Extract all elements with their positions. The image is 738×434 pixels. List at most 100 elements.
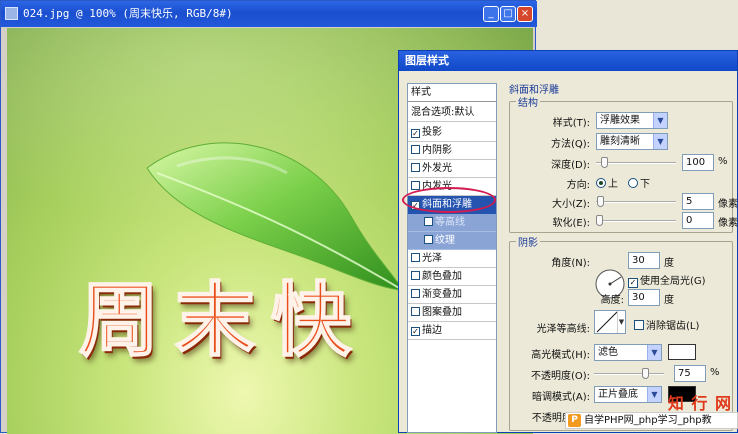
style-item-satin[interactable]: 光泽 [408,250,496,268]
size-label: 大小(Z): [551,199,590,210]
watermark: 知 行 网 P 自学PHP网_php学习_php教 [565,390,738,433]
highlight-opacity-unit: % [710,367,720,378]
dialog-title[interactable]: 图层样式 [399,51,737,71]
contour-curve-icon [596,311,618,333]
watermark-bar[interactable]: P 自学PHP网_php学习_php教 [565,412,738,429]
style-item-label: 等高线 [435,217,465,228]
depth-slider[interactable] [596,157,676,168]
style-item-label: 颜色叠加 [422,271,462,282]
bevel-style-select[interactable]: 浮雕效果 ▼ [596,112,668,129]
style-item-inner-shadow[interactable]: 内阴影 [408,142,496,160]
bevel-style-value: 浮雕效果 [600,115,640,126]
depth-label: 深度(D): [551,160,590,171]
style-list: 样式 混合选项:默认 ✓ 投影 内阴影 外发光 内发光 ✓ 斜面和浮雕 等高线 纹理… [407,83,497,433]
style-item-color-overlay[interactable]: 颜色叠加 [408,268,496,286]
direction-up-radio[interactable]: 上 [596,175,618,190]
size-slider[interactable] [596,196,676,207]
chevron-down-icon[interactable]: ▼ [653,113,667,128]
gloss-contour-picker[interactable]: ▼ [594,310,626,334]
soften-input[interactable]: 0 [682,212,714,229]
highlight-mode-select[interactable]: 滤色 ▼ [594,344,662,361]
style-item-texture[interactable]: 纹理 [408,232,496,250]
image-window-titlebar[interactable]: 024.jpg @ 100% (周末快乐, RGB/8#) [1,1,537,27]
style-item-label: 纹理 [435,235,455,246]
highlight-opacity-input[interactable]: 75 [674,365,706,382]
style-item-label: 描边 [422,325,442,336]
checkbox-icon[interactable] [411,181,420,190]
soften-label: 软化(E): [552,218,591,229]
style-item-gradient-overlay[interactable]: 渐变叠加 [408,286,496,304]
soften-unit: 像素 [718,218,738,229]
highlight-mode-label: 高光模式(H): [531,350,590,361]
checkbox-icon[interactable] [411,271,420,280]
checkbox-icon[interactable] [411,307,420,316]
chevron-down-icon[interactable]: ▼ [653,134,667,149]
altitude-label: 高度: [600,295,624,306]
maximize-button[interactable]: □ [500,6,516,22]
canvas-title-text: 周末快 [78,272,367,368]
checkbox-icon[interactable] [411,253,420,262]
minimize-button[interactable]: _ [483,6,499,22]
photoshop-doc-icon [5,7,18,20]
style-item-label: 图案叠加 [422,307,462,318]
style-item-drop-shadow[interactable]: ✓ 投影 [408,124,496,142]
style-item-label: 光泽 [422,253,442,264]
shading-title: 阴影 [516,234,540,249]
style-item-label: 投影 [422,127,442,138]
style-item-label: 内阴影 [422,145,452,156]
technique-select[interactable]: 雕刻清晰 ▼ [596,133,668,150]
slider-thumb[interactable] [601,157,608,168]
depth-unit: % [718,156,728,167]
size-unit: 像素 [718,199,738,210]
radio-icon[interactable] [596,178,606,188]
global-light-checkbox[interactable]: ✓ 使用全局光(G) [628,272,706,288]
soften-slider[interactable] [596,215,676,226]
style-blend-options[interactable]: 混合选项:默认 [408,104,496,122]
checkbox-icon[interactable]: ✓ [411,327,420,336]
slider-thumb[interactable] [642,368,649,379]
depth-input[interactable]: 100 [682,154,714,171]
highlight-color-swatch[interactable] [668,344,696,360]
chevron-down-icon[interactable]: ▼ [647,345,661,360]
close-button[interactable]: × [517,6,533,22]
altitude-unit: 度 [664,295,674,306]
antialias-label: 消除锯齿(L) [646,321,700,332]
size-input[interactable]: 5 [682,193,714,210]
image-window-title: 024.jpg @ 100% (周末快乐, RGB/8#) [23,7,233,20]
highlight-mode-value: 滤色 [598,347,618,358]
slider-thumb[interactable] [596,215,603,226]
angle-unit: 度 [664,258,674,269]
structure-group: 结构 样式(T): 浮雕效果 ▼ 方法(Q): 雕刻清晰 ▼ 深度(D): 100 … [509,94,738,233]
angle-label: 角度(N): [551,258,590,269]
style-list-header[interactable]: 样式 [408,84,496,102]
technique-label: 方法(Q): [550,139,590,150]
style-item-outer-glow[interactable]: 外发光 [408,160,496,178]
watermark-bar-text: 自学PHP网_php学习_php教 [584,415,712,426]
checkbox-icon[interactable] [424,217,433,226]
checkbox-icon[interactable]: ✓ [628,278,638,288]
checkbox-icon[interactable] [411,163,420,172]
direction-label: 方向: [566,180,590,191]
gloss-contour-label: 光泽等高线: [536,324,590,335]
style-item-stroke[interactable]: ✓ 描边 [408,322,496,340]
direction-up-label: 上 [608,179,618,190]
style-label: 样式(T): [552,118,590,129]
highlight-opacity-slider[interactable] [594,368,664,379]
watermark-brand: 知 行 网 [667,394,732,413]
layer-style-dialog: 图层样式 样式 混合选项:默认 ✓ 投影 内阴影 外发光 内发光 ✓ 斜面和浮雕 等… [398,50,738,433]
checkbox-icon[interactable] [411,145,420,154]
checkbox-icon[interactable] [634,320,644,330]
style-item-pattern-overlay[interactable]: 图案叠加 [408,304,496,322]
angle-input[interactable]: 30 [628,252,660,269]
antialias-checkbox[interactable]: 消除锯齿(L) [634,317,699,332]
chevron-down-icon[interactable]: ▼ [617,311,625,333]
direction-down-radio[interactable]: 下 [628,175,650,190]
direction-down-label: 下 [640,179,650,190]
checkbox-icon[interactable] [424,235,433,244]
checkbox-icon[interactable]: ✓ [411,129,420,138]
checkbox-icon[interactable] [411,289,420,298]
radio-icon[interactable] [628,178,638,188]
altitude-input[interactable]: 30 [628,289,660,306]
style-item-contour[interactable]: 等高线 [408,214,496,232]
slider-thumb[interactable] [597,196,604,207]
